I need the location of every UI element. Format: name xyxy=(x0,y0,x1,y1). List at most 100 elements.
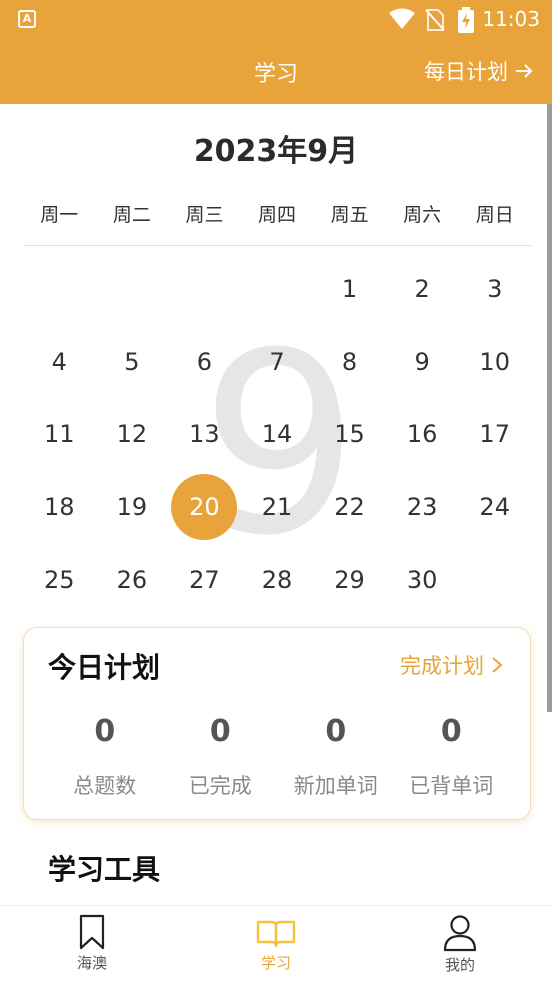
calendar-grid: 1 2 3 4 5 6 7 8 9 10 11 12 13 14 15 16 17 18 19 20 21 22 23 24 2… xyxy=(23,253,531,616)
arrow-right-icon xyxy=(516,64,533,78)
calendar-day-number: 28 xyxy=(261,565,293,594)
calendar-day[interactable]: 5 xyxy=(96,326,169,399)
today-plan-card: 今日计划 完成计划 0 总题数 0 已完成 0 新加单词 0 已背单词 xyxy=(23,627,531,820)
app-bar: 学习 每日计划 xyxy=(0,38,552,104)
calendar-day[interactable]: 21 xyxy=(241,471,314,544)
calendar-day-number: 10 xyxy=(479,347,510,376)
scrollbar[interactable] xyxy=(547,104,552,712)
calendar-day-number: 20 xyxy=(189,493,220,522)
calendar-day[interactable]: 13 xyxy=(168,398,241,471)
calendar-day-number: 13 xyxy=(189,420,220,449)
stat-completed: 0 已完成 xyxy=(163,708,279,800)
person-icon xyxy=(443,915,477,952)
nav-item-mine[interactable]: 我的 xyxy=(368,906,552,983)
calendar-day-number: 25 xyxy=(44,565,75,594)
calendar-day-number: 17 xyxy=(479,420,510,449)
stat-label: 已完成 xyxy=(188,774,252,798)
calendar-day-number: 3 xyxy=(487,275,503,304)
today-plan-title: 今日计划 xyxy=(48,651,161,684)
app-notification-icon: A xyxy=(18,10,36,28)
weekday-label: 周六 xyxy=(403,204,442,226)
calendar-day-number: 11 xyxy=(44,420,75,449)
calendar-day-number: 27 xyxy=(189,565,220,594)
calendar-blank-cell xyxy=(168,253,241,326)
stat-memorized-words: 0 已背单词 xyxy=(394,708,510,800)
bottom-nav: 海澳 学习 我的 xyxy=(0,905,552,983)
complete-plan-label: 完成计划 xyxy=(400,654,484,678)
calendar-day[interactable]: 1 xyxy=(313,253,386,326)
stat-total-questions: 0 总题数 xyxy=(47,708,163,800)
calendar-day[interactable]: 19 xyxy=(96,471,169,544)
calendar-day[interactable]: 28 xyxy=(241,543,314,616)
weekday-label: 周三 xyxy=(185,204,224,226)
stat-value: 0 xyxy=(94,714,116,749)
calendar-day[interactable]: 29 xyxy=(313,543,386,616)
nav-item-study[interactable]: 学习 xyxy=(184,906,368,983)
calendar-day[interactable]: 6 xyxy=(168,326,241,399)
calendar-day[interactable]: 14 xyxy=(241,398,314,471)
calendar-day-number: 18 xyxy=(44,493,75,522)
calendar-day[interactable]: 11 xyxy=(23,398,96,471)
no-sim-icon xyxy=(425,9,445,31)
stat-label: 新加单词 xyxy=(293,774,378,798)
weekday-label: 周四 xyxy=(258,204,297,226)
status-time: 11:03 xyxy=(482,7,540,31)
calendar-day[interactable]: 30 xyxy=(386,543,459,616)
daily-plan-button[interactable]: 每日计划 xyxy=(424,56,534,86)
calendar-day[interactable]: 16 xyxy=(386,398,459,471)
calendar-day-number: 16 xyxy=(406,420,438,449)
calendar-day-number: 26 xyxy=(116,565,148,594)
calendar-day[interactable]: 24 xyxy=(458,471,531,544)
stat-label: 已背单词 xyxy=(409,774,494,798)
calendar-day-number: 7 xyxy=(269,347,285,376)
calendar-day[interactable]: 18 xyxy=(23,471,96,544)
calendar-day[interactable]: 12 xyxy=(96,398,169,471)
calendar-day-number: 12 xyxy=(116,420,148,449)
calendar-day-number: 21 xyxy=(261,493,293,522)
calendar-day-selected[interactable]: 20 xyxy=(168,471,241,544)
calendar-day-number: 2 xyxy=(414,275,430,304)
calendar-day[interactable]: 27 xyxy=(168,543,241,616)
calendar-blank-cell xyxy=(23,253,96,326)
calendar-day-number: 29 xyxy=(334,565,365,594)
stat-value: 0 xyxy=(440,714,462,749)
stat-value: 0 xyxy=(209,714,231,749)
calendar-day[interactable]: 23 xyxy=(386,471,459,544)
plan-stats: 0 总题数 0 已完成 0 新加单词 0 已背单词 xyxy=(24,708,532,800)
stat-new-words: 0 新加单词 xyxy=(278,708,394,800)
daily-plan-label: 每日计划 xyxy=(424,60,508,84)
open-book-icon xyxy=(256,920,296,948)
calendar-day-number: 22 xyxy=(334,493,365,522)
calendar-day[interactable]: 3 xyxy=(458,253,531,326)
weekday-header: 周一 周二 周三 周四 周五 周六 周日 xyxy=(23,200,531,234)
calendar-day-number: 1 xyxy=(341,275,358,304)
calendar-day[interactable]: 10 xyxy=(458,326,531,399)
calendar-day-number: 9 xyxy=(414,347,430,376)
calendar-day-number: 30 xyxy=(406,565,438,594)
calendar-day[interactable]: 15 xyxy=(313,398,386,471)
month-title: 2023年9月 xyxy=(193,134,359,169)
calendar-day[interactable]: 8 xyxy=(313,326,386,399)
chevron-right-icon xyxy=(492,657,503,673)
calendar-blank-cell xyxy=(96,253,169,326)
calendar-day-number: 24 xyxy=(479,493,510,522)
weekday-label: 周五 xyxy=(330,204,369,226)
calendar-day[interactable]: 4 xyxy=(23,326,96,399)
weekday-label: 周日 xyxy=(475,204,514,226)
stat-value: 0 xyxy=(325,714,347,749)
calendar-day[interactable]: 2 xyxy=(386,253,459,326)
complete-plan-button[interactable]: 完成计划 xyxy=(400,650,504,680)
calendar-day[interactable]: 17 xyxy=(458,398,531,471)
calendar-day-number: 15 xyxy=(334,420,365,449)
weekday-label: 周一 xyxy=(40,204,79,226)
status-bar: A 11:03 xyxy=(0,0,552,38)
calendar-day[interactable]: 9 xyxy=(386,326,459,399)
calendar-day[interactable]: 25 xyxy=(23,543,96,616)
calendar-day-number: 5 xyxy=(124,347,140,376)
calendar-day[interactable]: 26 xyxy=(96,543,169,616)
nav-item-haiao[interactable]: 海澳 xyxy=(0,906,184,983)
bookmark-icon xyxy=(79,914,105,950)
calendar-day[interactable]: 22 xyxy=(313,471,386,544)
calendar-day[interactable]: 7 xyxy=(241,326,314,399)
calendar-day-number: 23 xyxy=(406,493,438,522)
